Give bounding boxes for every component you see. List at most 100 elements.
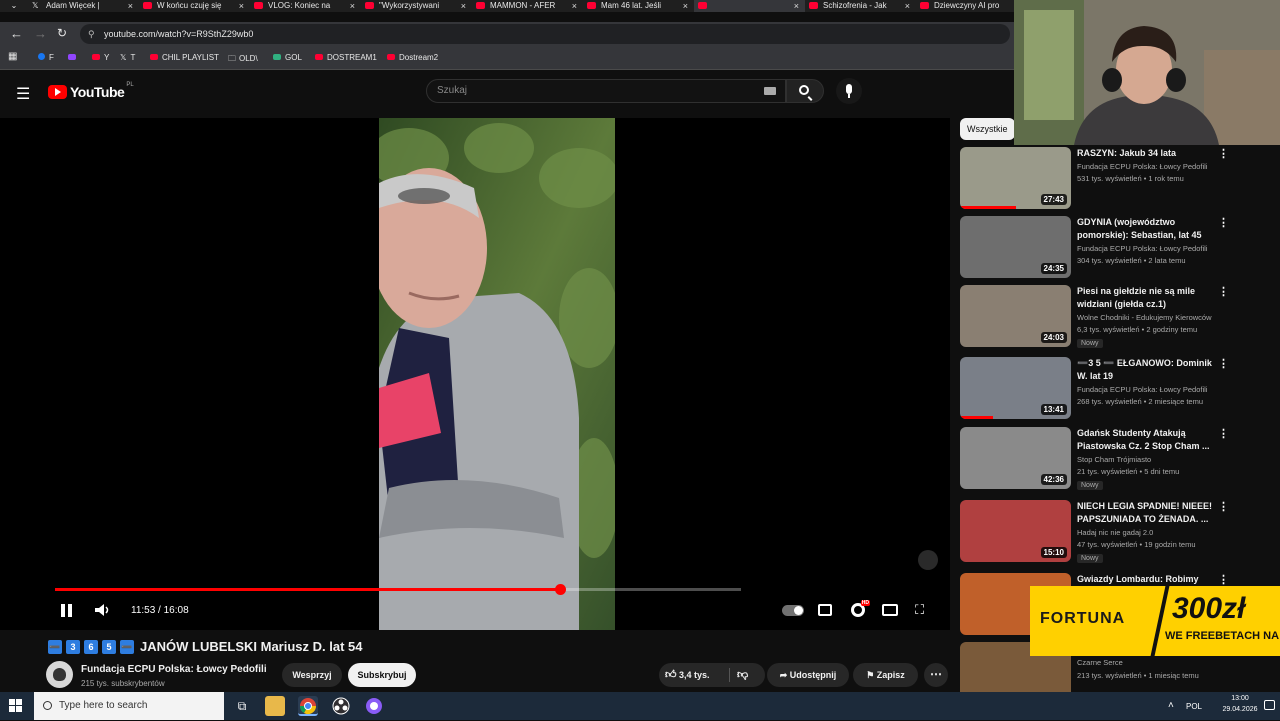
close-tab-icon[interactable]: ×	[572, 0, 577, 12]
language-indicator[interactable]: POL	[1186, 702, 1202, 711]
bookmark-chil-playlist[interactable]: CHIL PLAYLIST	[150, 53, 219, 62]
recommendation-title[interactable]: GDYNIA (województwo pomorskie): Sebastia…	[1077, 216, 1217, 242]
file-explorer-icon[interactable]	[265, 696, 285, 716]
recommendation-channel[interactable]: Stop Cham Trójmiasto	[1077, 455, 1151, 464]
dislike-button[interactable]: 👎︎	[737, 663, 748, 687]
recommendation-item[interactable]: 15:10 NIECH LEGIA SPADNIE! NIEEE! PAPSZUN…	[960, 500, 1280, 564]
channel-name[interactable]: Fundacja ECPU Polska: Łowcy Pedofili	[81, 664, 267, 675]
recommendation-item[interactable]: 24:03 Piesi na giełdzie nie są mile widzi…	[960, 285, 1280, 349]
search-button[interactable]	[786, 79, 824, 103]
more-options-icon[interactable]: ⋮	[1218, 216, 1229, 229]
tab-search-menu-icon[interactable]: ⌄	[0, 0, 28, 12]
progress-bar[interactable]	[55, 584, 741, 595]
tray-chevron-icon[interactable]: ˄	[1168, 700, 1174, 711]
video-thumbnail[interactable]: 13:41	[960, 357, 1071, 419]
bookmark-twitch[interactable]	[68, 53, 80, 62]
taskbar-time[interactable]: 13:00	[1218, 695, 1262, 702]
channel-watermark[interactable]	[918, 550, 938, 570]
support-button[interactable]: Wesprzyj	[282, 663, 342, 687]
apps-grid-icon[interactable]: ▦	[8, 51, 17, 62]
taskbar-search-input[interactable]: Type here to search	[34, 692, 224, 720]
forward-icon[interactable]: →	[34, 26, 47, 41]
recommendation-item[interactable]: 27:43 RASZYN: Jakub 34 lata Fundacja ECPU …	[960, 147, 1280, 211]
search-input[interactable]: Szukaj	[426, 79, 786, 103]
recommendation-channel[interactable]: Czarne Serce	[1077, 658, 1123, 667]
notifications-icon[interactable]	[1264, 700, 1275, 710]
back-icon[interactable]: ←	[10, 26, 23, 41]
recommendation-title[interactable]: ➖3 5 ➖ EŁGANOWO: Dominik W. lat 19	[1077, 357, 1217, 383]
bookmark-dostream1[interactable]: DOSTREAM1	[315, 53, 377, 62]
close-tab-icon[interactable]: ×	[128, 0, 133, 12]
theater-mode-button[interactable]	[882, 604, 898, 616]
browser-tab[interactable]: 𝕏 Adam Więcek | ×	[28, 0, 139, 12]
address-bar[interactable]: ⚲ youtube.com/watch?v=R9SthZ29wb0	[80, 24, 1010, 44]
more-options-icon[interactable]: ⋮	[1218, 147, 1229, 160]
save-button[interactable]: ⚑ Zapisz	[853, 663, 918, 687]
taskbar-date[interactable]: 29.04.2026	[1214, 706, 1266, 713]
browser-tab[interactable]: Mam 46 lat. Jeśli ×	[583, 0, 694, 12]
bookmark-dostream2[interactable]: Dostream2	[387, 53, 438, 62]
more-options-icon[interactable]: ⋮	[1218, 357, 1229, 370]
recommendation-title[interactable]: Gwiazdy Lombardu: Robimy	[1077, 573, 1217, 586]
recommendation-channel[interactable]: Wolne Chodniki - Edukujemy Kierowców	[1077, 313, 1212, 322]
video-thumbnail[interactable]: 15:10	[960, 500, 1071, 562]
volume-button[interactable]	[94, 603, 112, 617]
share-button[interactable]: ➦ Udostępnij	[767, 663, 849, 687]
discord-icon[interactable]	[364, 696, 384, 716]
bookmark-folder-old[interactable]: 🗀 OLD\	[228, 53, 258, 67]
filter-chip-all[interactable]: Wszystkie	[960, 118, 1015, 140]
recommendation-title[interactable]: RASZYN: Jakub 34 lata	[1077, 147, 1217, 160]
keyboard-icon[interactable]	[764, 87, 776, 95]
browser-tab[interactable]: "Wykorzystywani ×	[361, 0, 472, 12]
recommendation-channel[interactable]: Fundacja ECPU Polska: Łowcy Pedofili	[1077, 385, 1207, 394]
recommendation-channel[interactable]: Fundacja ECPU Polska: Łowcy Pedofili	[1077, 162, 1207, 171]
browser-tab[interactable]: W końcu czuję się ×	[139, 0, 250, 12]
video-frame[interactable]	[379, 118, 615, 630]
pause-button[interactable]	[61, 604, 73, 617]
browser-tab[interactable]: Schizofrenia - Jak ×	[805, 0, 916, 12]
subtitles-button[interactable]	[818, 604, 832, 616]
browser-tab[interactable]: VLOG: Koniec na ×	[250, 0, 361, 12]
bookmark-f[interactable]: F	[38, 53, 54, 62]
windows-start-icon[interactable]	[9, 699, 22, 712]
browser-tab[interactable]: MAMMON - AFER ×	[472, 0, 583, 12]
fortuna-ad-banner[interactable]: FORTUNA 300zł WE FREEBETACH NA STA	[1030, 586, 1280, 656]
bookmark-t[interactable]: 𝕏T	[120, 53, 135, 62]
close-tab-icon[interactable]: ×	[905, 0, 910, 12]
recommendation-channel[interactable]: Fundacja ECPU Polska: Łowcy Pedofili	[1077, 244, 1207, 253]
chrome-icon[interactable]	[298, 696, 318, 716]
recommendation-item[interactable]: 13:41 ➖3 5 ➖ EŁGANOWO: Dominik W. lat 19 F…	[960, 357, 1280, 421]
recommendation-item[interactable]: 42:36 Gdańsk Studenty Atakują Piastowska …	[960, 427, 1280, 491]
like-button[interactable]: 👍︎ 3,4 tys.	[665, 669, 710, 681]
video-player[interactable]: 11:53 / 16:08 HD ⛶	[0, 118, 950, 630]
subscribe-button[interactable]: Subskrybuj	[348, 663, 416, 687]
more-options-icon[interactable]: ⋮	[1218, 427, 1229, 440]
reload-icon[interactable]: ↻	[57, 26, 67, 40]
obs-icon[interactable]	[331, 696, 351, 716]
recommendation-item[interactable]: 24:35 GDYNIA (województwo pomorskie): Seb…	[960, 216, 1280, 280]
more-actions-button[interactable]: ⋯	[924, 663, 948, 687]
recommendation-title[interactable]: NIECH LEGIA SPADNIE! NIEEE! PAPSZUNIADA …	[1077, 500, 1217, 526]
close-tab-icon[interactable]: ×	[683, 0, 688, 12]
recommendation-channel[interactable]: Hadaj nic nie gadaj 2.0	[1077, 528, 1153, 537]
youtube-logo[interactable]: YouTube PL	[48, 82, 134, 100]
video-thumbnail[interactable]: 24:03	[960, 285, 1071, 347]
bookmark-y[interactable]: Y	[92, 53, 109, 62]
video-thumbnail[interactable]: 27:43	[960, 147, 1071, 209]
close-tab-icon[interactable]: ×	[350, 0, 355, 12]
close-tab-icon[interactable]: ×	[239, 0, 244, 12]
video-thumbnail[interactable]: 42:36	[960, 427, 1071, 489]
voice-search-button[interactable]	[836, 78, 862, 104]
recommendation-title[interactable]: Piesi na giełdzie nie są mile widziani (…	[1077, 285, 1217, 311]
browser-tab[interactable]: Dziewczyny AI pro×	[916, 0, 1027, 12]
bookmark-gol[interactable]: GOL	[273, 53, 302, 62]
more-options-icon[interactable]: ⋮	[1218, 500, 1229, 513]
recommendation-title[interactable]: Gdańsk Studenty Atakują Piastowska Cz. 2…	[1077, 427, 1217, 453]
more-options-icon[interactable]: ⋮	[1218, 573, 1229, 586]
menu-icon[interactable]: ☰	[16, 84, 30, 104]
channel-avatar[interactable]	[46, 661, 73, 688]
site-info-icon[interactable]: ⚲	[88, 24, 95, 44]
browser-tab[interactable]: ×	[694, 0, 805, 12]
more-options-icon[interactable]: ⋮	[1218, 285, 1229, 298]
fullscreen-button[interactable]: ⛶	[915, 603, 929, 617]
